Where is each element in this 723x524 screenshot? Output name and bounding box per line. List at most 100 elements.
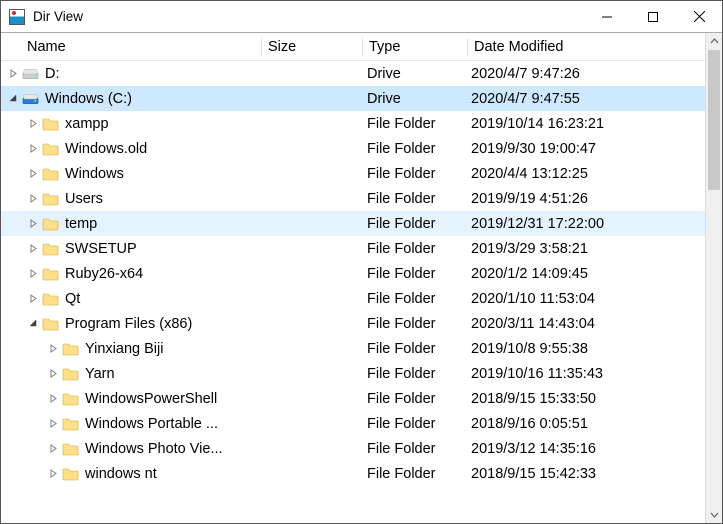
tree-row[interactable]: Windows.oldFile Folder2019/9/30 19:00:47 bbox=[1, 136, 705, 161]
maximize-button[interactable] bbox=[630, 1, 676, 32]
tree-row[interactable]: Qt File Folder2020/1/10 11:53:04 bbox=[1, 286, 705, 311]
folder-icon bbox=[61, 391, 79, 407]
expander[interactable] bbox=[25, 169, 41, 178]
titlebar[interactable]: Dir View bbox=[1, 1, 722, 33]
expander[interactable] bbox=[45, 394, 61, 403]
column-header-date[interactable]: Date Modified bbox=[468, 39, 668, 55]
cell-name: Windows Portable ... bbox=[61, 416, 261, 432]
expander[interactable] bbox=[25, 119, 41, 128]
row-name-label: SWSETUP bbox=[65, 241, 137, 257]
cell-name: Windows bbox=[41, 166, 261, 182]
cell-date: 2019/3/29 3:58:21 bbox=[465, 241, 665, 257]
cell-type: File Folder bbox=[361, 366, 465, 382]
cell-type: File Folder bbox=[361, 466, 465, 482]
folder-icon bbox=[61, 341, 79, 357]
expander[interactable] bbox=[5, 94, 21, 103]
column-header-type[interactable]: Type bbox=[363, 39, 467, 55]
cell-date: 2020/4/4 13:12:25 bbox=[465, 166, 665, 182]
expander[interactable] bbox=[25, 194, 41, 203]
expander[interactable] bbox=[25, 294, 41, 303]
column-header-name[interactable]: Name bbox=[21, 39, 261, 55]
tree-row[interactable]: Program Files (x86)File Folder2020/3/11 … bbox=[1, 311, 705, 336]
row-name-label: D: bbox=[45, 66, 60, 82]
tree-row[interactable]: Windows Photo Vie...File Folder2019/3/12… bbox=[1, 436, 705, 461]
folder-icon bbox=[41, 116, 59, 132]
tree-row[interactable]: WindowsPowerShellFile Folder2018/9/15 15… bbox=[1, 386, 705, 411]
expander-closed-icon bbox=[49, 444, 58, 453]
window: Dir View Name Size Type Date Modified D:… bbox=[0, 0, 723, 524]
expander-open-icon bbox=[9, 94, 18, 103]
expander[interactable] bbox=[25, 144, 41, 153]
expander[interactable] bbox=[25, 244, 41, 253]
folder-icon bbox=[41, 166, 59, 182]
folder-icon bbox=[61, 416, 79, 432]
expander[interactable] bbox=[45, 344, 61, 353]
tree-row[interactable]: tempFile Folder2019/12/31 17:22:00 bbox=[1, 211, 705, 236]
expander[interactable] bbox=[25, 269, 41, 278]
app-icon bbox=[9, 9, 25, 25]
tree-row[interactable]: SWSETUPFile Folder2019/3/29 3:58:21 bbox=[1, 236, 705, 261]
tree-view[interactable]: Name Size Type Date Modified D:Drive2020… bbox=[1, 33, 705, 523]
tree-row[interactable]: Yinxiang Biji File Folder2019/10/8 9:55:3… bbox=[1, 336, 705, 361]
row-name-label: Windows (C:) bbox=[45, 91, 132, 107]
expander[interactable] bbox=[45, 419, 61, 428]
tree-row[interactable]: WindowsFile Folder2020/4/4 13:12:25 bbox=[1, 161, 705, 186]
cell-type: File Folder bbox=[361, 291, 465, 307]
row-name-label: Yarn bbox=[85, 366, 115, 382]
expander[interactable] bbox=[45, 369, 61, 378]
vertical-scrollbar[interactable] bbox=[705, 33, 722, 523]
row-name-label: Program Files (x86) bbox=[65, 316, 192, 332]
minimize-button[interactable] bbox=[584, 1, 630, 32]
scroll-up-button[interactable] bbox=[706, 33, 722, 50]
expander[interactable] bbox=[25, 319, 41, 328]
cell-date: 2019/10/14 16:23:21 bbox=[465, 116, 665, 132]
expander-closed-icon bbox=[49, 394, 58, 403]
drive-icon bbox=[21, 66, 39, 82]
expander[interactable] bbox=[5, 69, 21, 78]
cell-name: Program Files (x86) bbox=[41, 316, 261, 332]
cell-name: Yinxiang Biji bbox=[61, 341, 261, 357]
folder-icon bbox=[61, 441, 79, 457]
tree-row[interactable]: xamppFile Folder2019/10/14 16:23:21 bbox=[1, 111, 705, 136]
tree-row[interactable]: Windows Portable ...File Folder2018/9/16… bbox=[1, 411, 705, 436]
cell-date: 2019/9/30 19:00:47 bbox=[465, 141, 665, 157]
folder-icon bbox=[62, 417, 79, 431]
folder-icon bbox=[42, 192, 59, 206]
folder-icon bbox=[42, 242, 59, 256]
expander[interactable] bbox=[45, 469, 61, 478]
scroll-down-button[interactable] bbox=[706, 506, 722, 523]
close-button[interactable] bbox=[676, 1, 722, 32]
tree-row[interactable]: windows ntFile Folder2018/9/15 15:42:33 bbox=[1, 461, 705, 486]
cell-name: Users bbox=[41, 191, 261, 207]
expander[interactable] bbox=[45, 444, 61, 453]
tree-row[interactable]: D:Drive2020/4/7 9:47:26 bbox=[1, 61, 705, 86]
column-header: Name Size Type Date Modified bbox=[1, 33, 705, 61]
tree-row[interactable]: YarnFile Folder2019/10/16 11:35:43 bbox=[1, 361, 705, 386]
scroll-thumb[interactable] bbox=[708, 50, 720, 190]
scroll-track[interactable] bbox=[706, 50, 722, 506]
cell-date: 2018/9/16 0:05:51 bbox=[465, 416, 665, 432]
expander[interactable] bbox=[25, 219, 41, 228]
cell-name: D: bbox=[21, 66, 261, 82]
cell-type: File Folder bbox=[361, 341, 465, 357]
folder-icon bbox=[62, 467, 79, 481]
expander-closed-icon bbox=[29, 194, 38, 203]
cell-date: 2019/10/8 9:55:38 bbox=[465, 341, 665, 357]
drive-icon bbox=[22, 67, 39, 81]
tree-row[interactable]: Ruby26-x64File Folder2020/1/2 14:09:45 bbox=[1, 261, 705, 286]
cell-date: 2020/3/11 14:43:04 bbox=[465, 316, 665, 332]
close-icon bbox=[694, 11, 705, 22]
cell-name: xampp bbox=[41, 116, 261, 132]
folder-icon bbox=[41, 241, 59, 257]
tree-row[interactable]: UsersFile Folder2019/9/19 4:51:26 bbox=[1, 186, 705, 211]
cell-date: 2020/1/10 11:53:04 bbox=[465, 291, 665, 307]
column-header-size[interactable]: Size bbox=[262, 39, 362, 55]
cell-name: Qt bbox=[41, 291, 261, 307]
row-name-label: temp bbox=[65, 216, 97, 232]
tree-row[interactable]: Windows (C:)Drive2020/4/7 9:47:55 bbox=[1, 86, 705, 111]
cell-date: 2020/1/2 14:09:45 bbox=[465, 266, 665, 282]
cell-name: Windows Photo Vie... bbox=[61, 441, 261, 457]
folder-icon bbox=[41, 316, 59, 332]
cell-date: 2020/4/7 9:47:55 bbox=[465, 91, 665, 107]
cell-type: File Folder bbox=[361, 441, 465, 457]
